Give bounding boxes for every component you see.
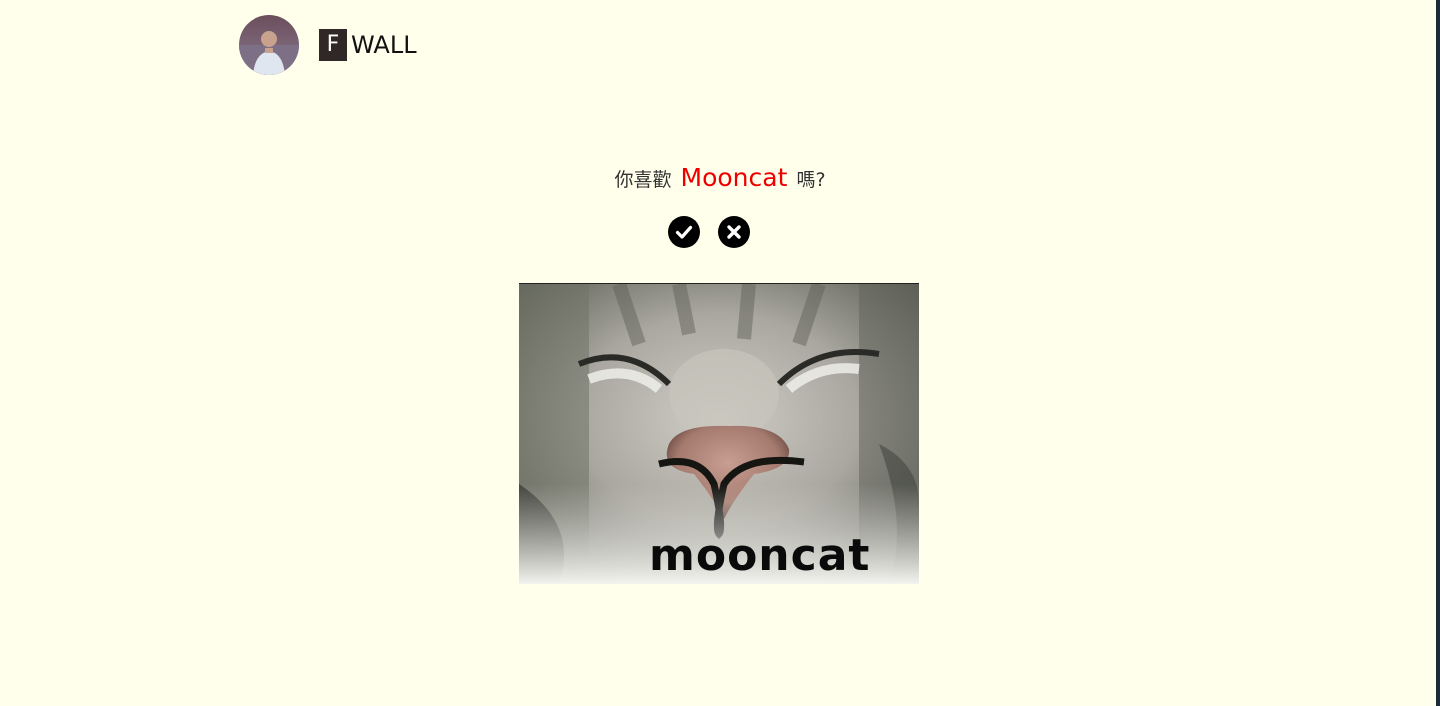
avatar[interactable]	[239, 15, 299, 75]
cat-photo: mooncat	[519, 283, 919, 584]
brand-logo[interactable]: F WALL	[319, 15, 417, 75]
header: F WALL	[239, 15, 417, 75]
avatar-image	[239, 15, 299, 75]
question-suffix: 嗎?	[796, 169, 826, 191]
like-button[interactable]	[668, 216, 700, 248]
photo-caption: mooncat	[649, 530, 871, 581]
brand-letter: F	[319, 29, 347, 61]
check-circle-icon	[675, 225, 693, 239]
brand-name: WALL	[351, 31, 417, 59]
vote-actions	[668, 216, 750, 248]
question-text: 你喜歡 Mooncat 嗎?	[0, 160, 1440, 198]
times-circle-icon	[727, 225, 741, 239]
window-edge	[1436, 0, 1440, 706]
dislike-button[interactable]	[718, 216, 750, 248]
question-highlight: Mooncat	[680, 163, 788, 192]
question-prefix: 你喜歡	[614, 169, 672, 191]
